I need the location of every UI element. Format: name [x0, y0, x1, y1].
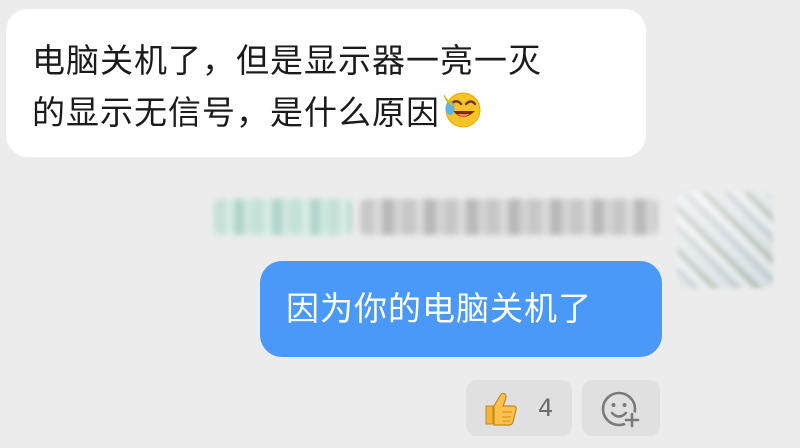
add-reaction-icon — [601, 391, 640, 428]
like-reaction-button[interactable]: 4 — [466, 380, 572, 436]
avatar[interactable] — [677, 192, 773, 288]
incoming-message-bubble[interactable]: 电脑关机了，但是显示器一亮一灭 的显示无信号，是什么原因 — [6, 9, 646, 157]
incoming-message-line-1: 电脑关机了，但是显示器一亮一灭 — [32, 41, 542, 80]
incoming-message-line-2-wrap: 的显示无信号，是什么原因 — [32, 87, 622, 139]
add-reaction-button[interactable] — [582, 380, 660, 436]
outgoing-message-text: 因为你的电脑关机了 — [286, 289, 592, 328]
sender-meta-redacted — [360, 199, 658, 235]
laughing-face-emoji-icon — [443, 92, 481, 128]
thumbs-up-icon — [485, 392, 517, 426]
incoming-message-line-2: 的显示无信号，是什么原因 — [32, 93, 440, 132]
outgoing-message-bubble[interactable]: 因为你的电脑关机了 — [260, 261, 662, 357]
sender-name-redacted — [214, 199, 352, 235]
like-count: 4 — [538, 394, 554, 422]
